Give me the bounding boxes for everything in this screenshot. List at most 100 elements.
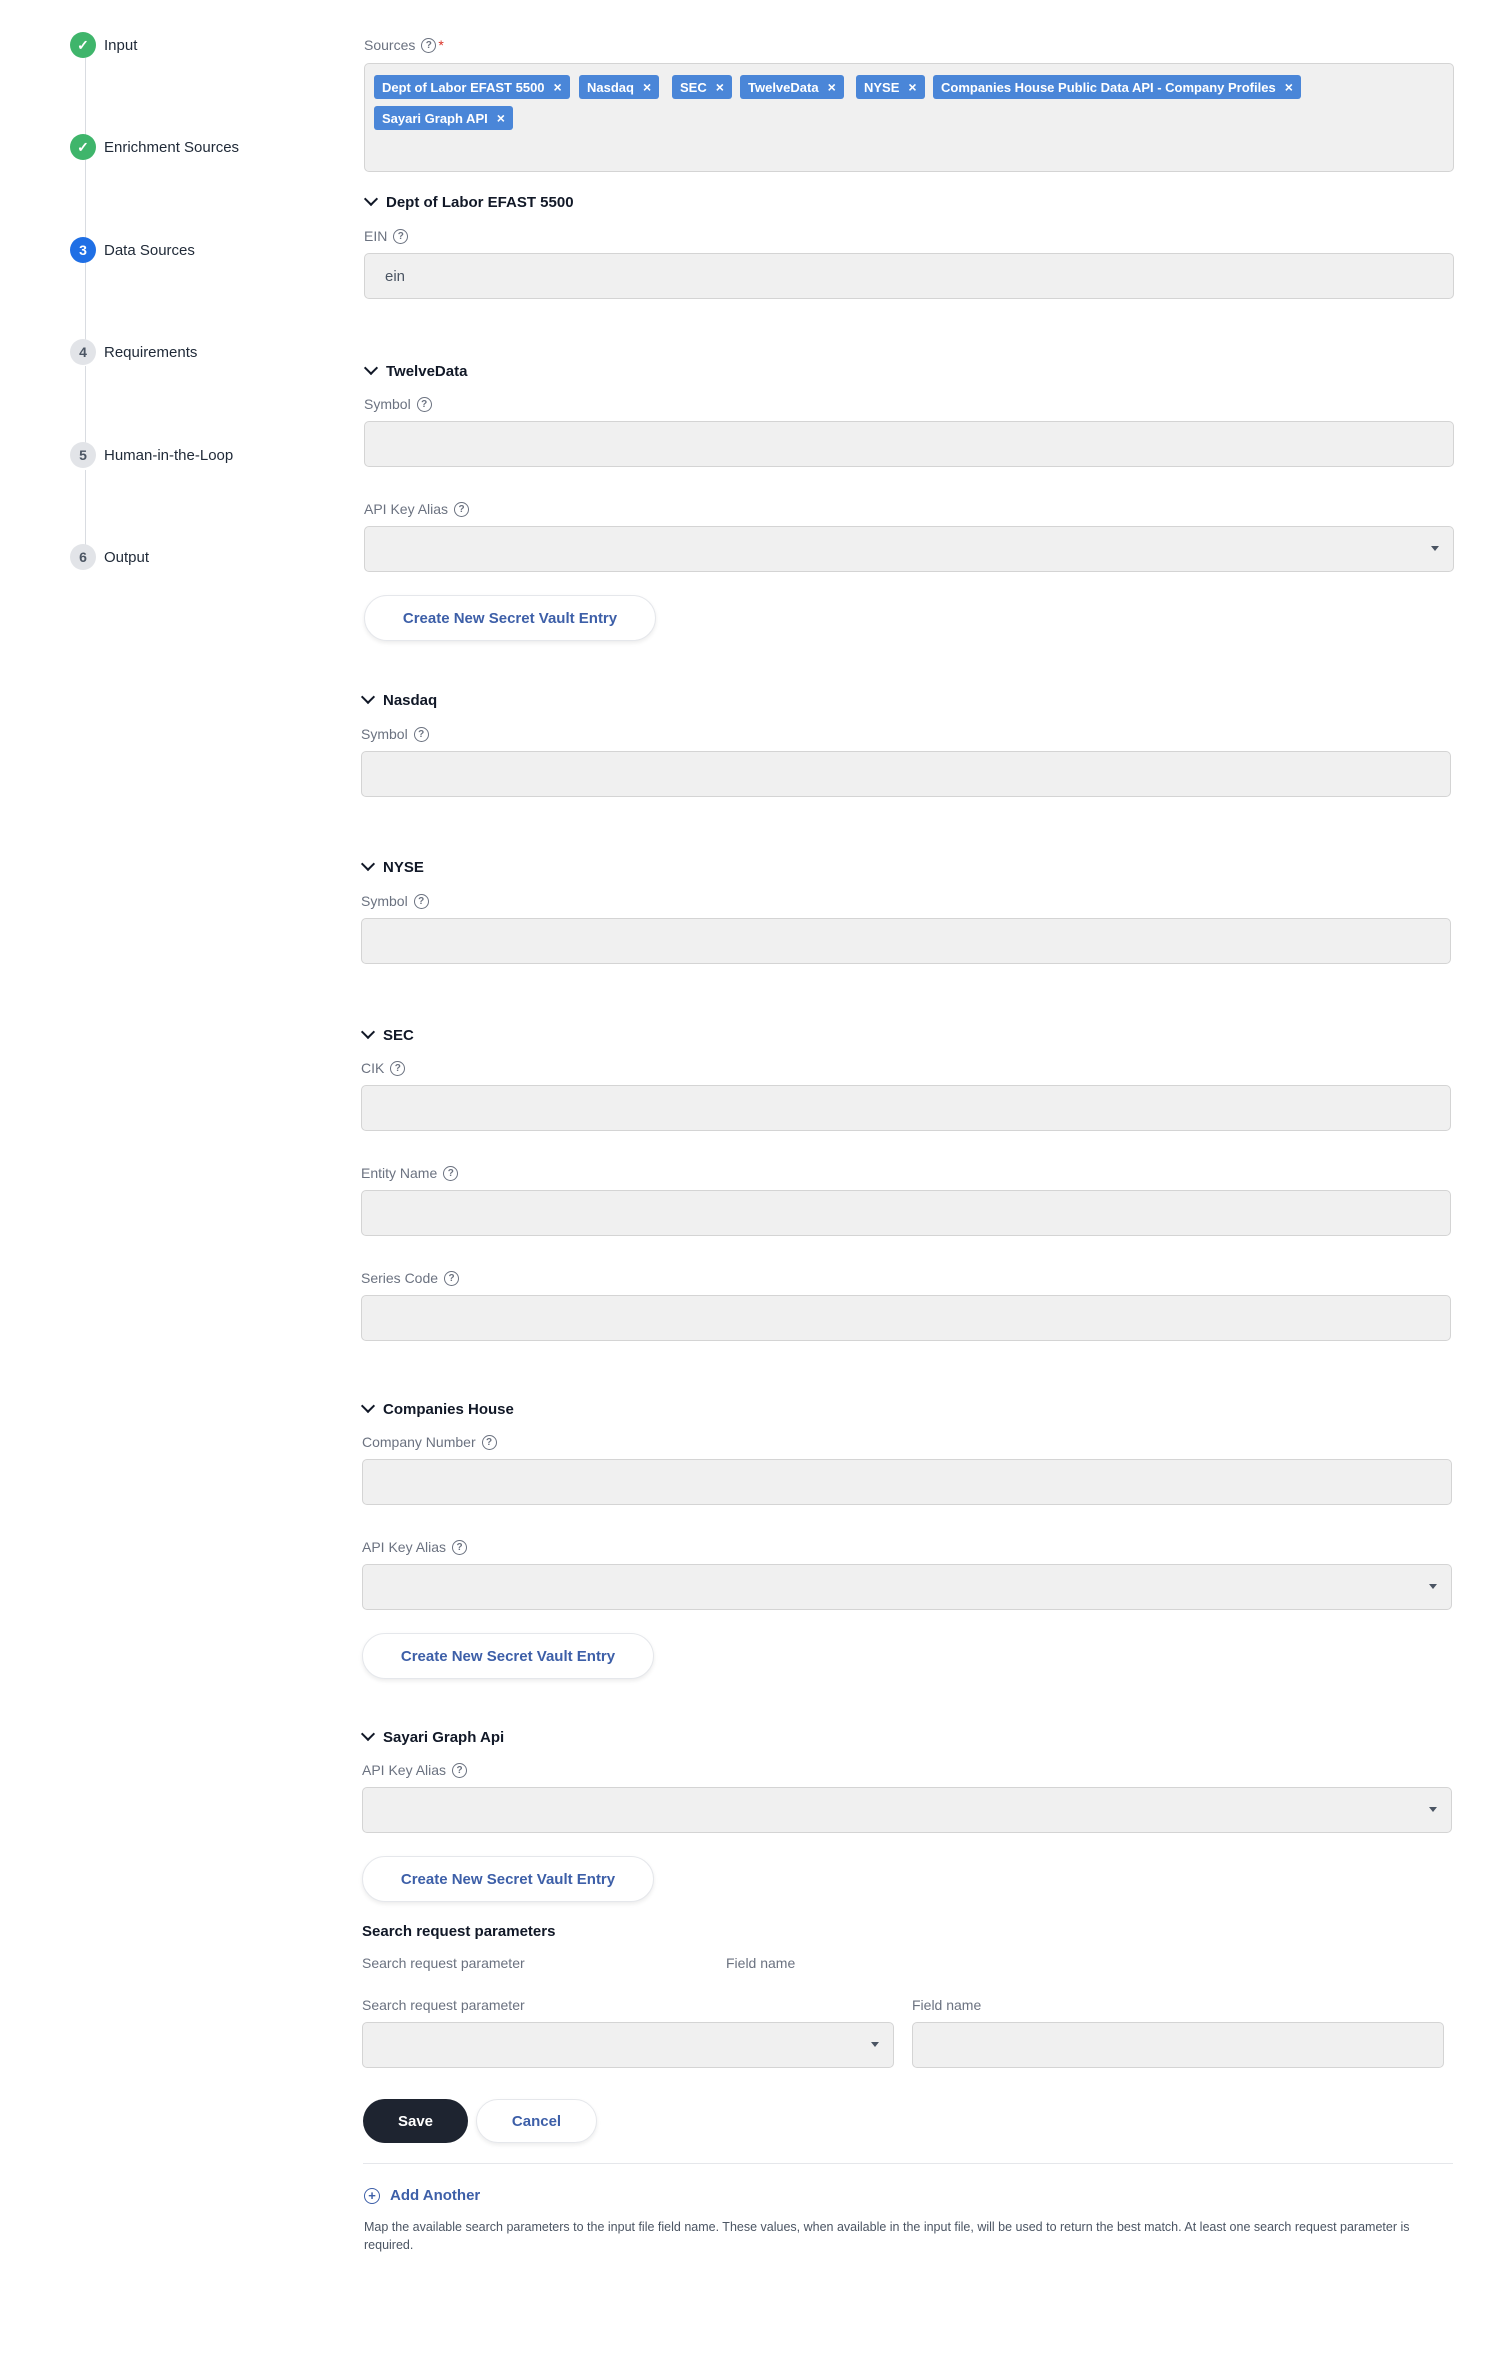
create-vault-entry-button[interactable]: Create New Secret Vault Entry — [362, 1856, 654, 1902]
api-key-alias-label: API Key Alias? — [362, 1539, 468, 1555]
caret-down-icon — [1429, 1584, 1437, 1589]
help-icon[interactable]: ? — [443, 1165, 459, 1181]
source-chip: Dept of Labor EFAST 5500 × — [374, 75, 570, 99]
help-icon[interactable]: ? — [421, 37, 437, 53]
section-nyse[interactable]: NYSE — [360, 856, 424, 876]
section-nasdaq[interactable]: Nasdaq — [360, 689, 437, 709]
section-sec[interactable]: SEC — [360, 1024, 414, 1044]
remove-icon[interactable]: × — [908, 79, 916, 95]
required-marker: * — [438, 37, 444, 53]
remove-icon[interactable]: × — [1285, 79, 1293, 95]
chevron-down-icon — [360, 689, 376, 704]
step-number: 3 — [70, 237, 96, 263]
help-text: Map the available search parameters to t… — [364, 2220, 1410, 2252]
chevron-down-icon — [360, 856, 376, 871]
step-number: 5 — [70, 442, 96, 468]
sources-label: Sources ? * — [364, 37, 444, 53]
cik-label: CIK? — [361, 1060, 406, 1076]
check-icon: ✓ — [70, 32, 96, 58]
step-label: Output — [104, 548, 150, 566]
divider — [363, 2163, 1453, 2164]
help-icon[interactable]: ? — [390, 1060, 406, 1076]
step-connector — [85, 470, 86, 548]
nasdaq-symbol-input[interactable] — [361, 751, 1451, 797]
step-requirements[interactable]: 4 Requirements — [70, 339, 197, 365]
check-icon: ✓ — [70, 134, 96, 160]
company-number-input[interactable] — [362, 1459, 1452, 1505]
create-vault-entry-button[interactable]: Create New Secret Vault Entry — [362, 1633, 654, 1679]
remove-icon[interactable]: × — [497, 110, 505, 126]
help-icon[interactable]: ? — [481, 1434, 497, 1450]
nyse-symbol-input[interactable] — [361, 918, 1451, 964]
help-icon[interactable]: ? — [413, 726, 429, 742]
help-icon[interactable]: ? — [444, 1270, 460, 1286]
chevron-down-icon — [363, 191, 379, 206]
series-code-input[interactable] — [361, 1295, 1451, 1341]
api-key-alias-label: API Key Alias? — [362, 1762, 468, 1778]
help-icon[interactable]: ? — [416, 396, 432, 412]
step-enrichment-sources[interactable]: ✓ Enrichment Sources — [70, 134, 239, 160]
field-name-label: Field name — [912, 1997, 982, 2013]
step-connector — [85, 262, 86, 342]
chevron-down-icon — [360, 1024, 376, 1039]
step-input[interactable]: ✓ Input — [70, 32, 137, 58]
step-connector — [85, 366, 86, 446]
symbol-label: Symbol? — [364, 396, 432, 412]
sources-multiselect[interactable]: Dept of Labor EFAST 5500 × Nasdaq × SEC × T… — [364, 63, 1454, 172]
remove-icon[interactable]: × — [716, 79, 724, 95]
add-another-button[interactable]: + Add Another — [364, 2187, 480, 2204]
step-connector — [85, 160, 86, 238]
chevron-down-icon — [363, 360, 379, 375]
help-icon[interactable]: ? — [413, 893, 429, 909]
twelvedata-api-key-select[interactable] — [364, 526, 1454, 572]
symbol-label: Symbol? — [361, 726, 429, 742]
section-companies-house[interactable]: Companies House — [360, 1398, 514, 1418]
column-header-field: Field name — [726, 1955, 796, 1971]
cancel-button[interactable]: Cancel — [476, 2099, 597, 2143]
remove-icon[interactable]: × — [554, 79, 562, 95]
section-dept-labor[interactable]: Dept of Labor EFAST 5500 — [363, 191, 574, 211]
plus-circle-icon: + — [364, 2187, 380, 2204]
company-number-label: Company Number? — [362, 1434, 497, 1450]
section-sayari[interactable]: Sayari Graph Api — [360, 1726, 504, 1746]
entity-name-label: Entity Name? — [361, 1165, 459, 1181]
save-button[interactable]: Save — [363, 2099, 468, 2143]
companies-house-api-key-select[interactable] — [362, 1564, 1452, 1610]
help-icon[interactable]: ? — [452, 1762, 468, 1778]
chevron-down-icon — [360, 1726, 376, 1741]
source-chip: SEC × — [672, 75, 732, 99]
search-param-select[interactable] — [362, 2022, 894, 2068]
column-header-param: Search request parameter — [362, 1955, 525, 1971]
symbol-label: Symbol? — [361, 893, 429, 909]
twelvedata-symbol-input[interactable] — [364, 421, 1454, 467]
create-vault-entry-button[interactable]: Create New Secret Vault Entry — [364, 595, 656, 641]
source-chip: Sayari Graph API × — [374, 106, 513, 130]
step-output[interactable]: 6 Output — [70, 544, 149, 570]
step-human-in-the-loop[interactable]: 5 Human-in-the-Loop — [70, 442, 233, 468]
source-chip: Nasdaq × — [579, 75, 660, 99]
search-param-label: Search request parameter — [362, 1997, 525, 2013]
cik-input[interactable] — [361, 1085, 1451, 1131]
step-label: Input — [104, 36, 138, 54]
help-icon[interactable]: ? — [454, 501, 470, 517]
ein-label: EIN? — [364, 228, 409, 244]
step-label: Requirements — [104, 343, 198, 361]
caret-down-icon — [1431, 546, 1439, 551]
step-label: Human-in-the-Loop — [104, 446, 234, 464]
step-number: 4 — [70, 339, 96, 365]
search-params-title: Search request parameters — [362, 1923, 556, 1940]
remove-icon[interactable]: × — [828, 79, 836, 95]
field-name-input[interactable] — [912, 2022, 1444, 2068]
sayari-api-key-select[interactable] — [362, 1787, 1452, 1833]
series-code-label: Series Code? — [361, 1270, 460, 1286]
remove-icon[interactable]: × — [643, 79, 651, 95]
entity-name-input[interactable] — [361, 1190, 1451, 1236]
help-icon[interactable]: ? — [452, 1539, 468, 1555]
step-number: 6 — [70, 544, 96, 570]
section-twelvedata[interactable]: TwelveData — [363, 360, 467, 380]
step-data-sources[interactable]: 3 Data Sources — [70, 237, 195, 263]
help-icon[interactable]: ? — [393, 228, 409, 244]
source-chip: Companies House Public Data API - Compan… — [933, 75, 1301, 99]
ein-input[interactable]: ein — [364, 253, 1454, 299]
caret-down-icon — [871, 2042, 879, 2047]
